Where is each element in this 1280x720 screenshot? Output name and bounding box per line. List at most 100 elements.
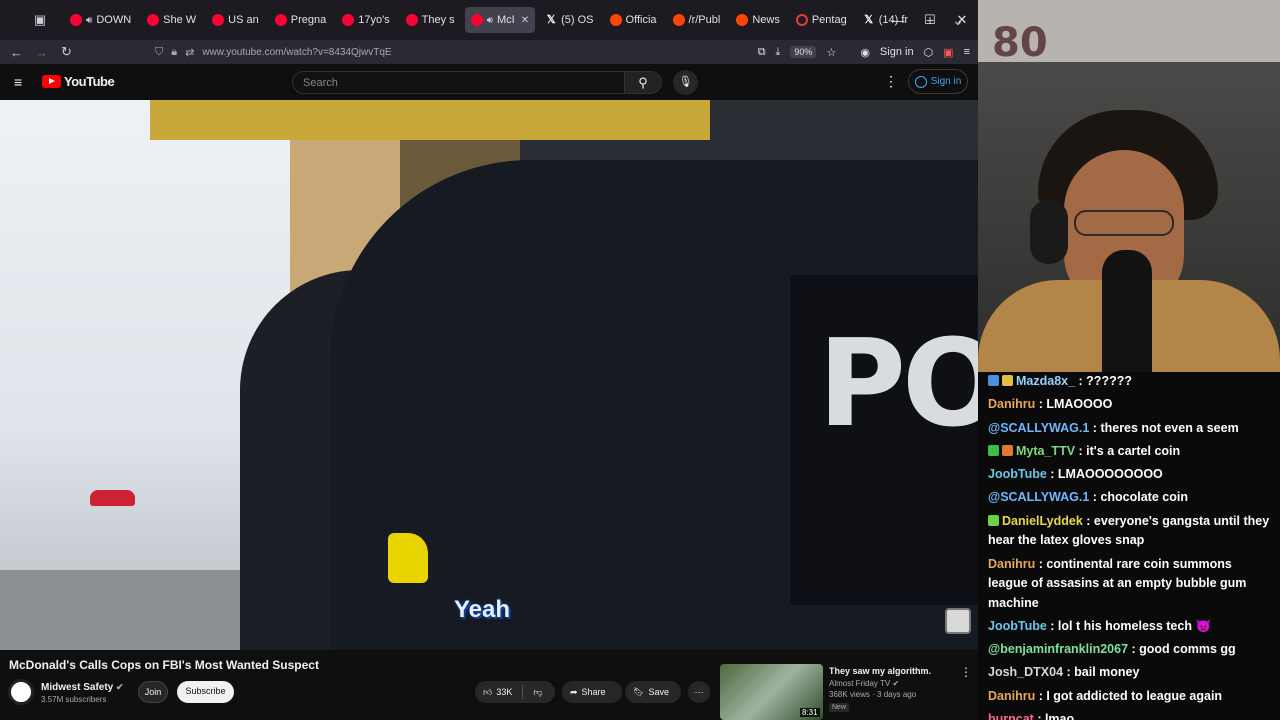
channel-name[interactable]: Midwest Safety ✔ xyxy=(41,682,124,693)
like-thumb-icon[interactable]: 👍︎ xyxy=(483,687,492,698)
guide-menu-icon[interactable]: ≡ xyxy=(14,74,28,90)
chat-username[interactable]: Danihru xyxy=(988,397,1035,411)
close-window-icon[interactable]: ✕ xyxy=(946,12,978,28)
join-button[interactable]: Join xyxy=(138,681,168,703)
chat-message: Danihru : I got addicted to league again xyxy=(988,687,1274,707)
youtube-favicon-icon xyxy=(70,14,82,26)
chat-username[interactable]: Danihru xyxy=(988,689,1035,703)
browser-tab[interactable]: /r/Publ xyxy=(667,7,727,33)
browser-tab-label: Pentag xyxy=(811,14,847,26)
nav-right-tools: ⧉ ⤓ 90% ☆ ◉ Sign in ⬡ ▣ ≡ xyxy=(758,40,970,64)
search-input[interactable]: Search xyxy=(292,71,625,94)
recommended-meta: 368K views · 3 days ago xyxy=(829,690,917,699)
video-caption: Yeah xyxy=(454,596,511,623)
search-button[interactable]: ⚲ xyxy=(624,71,662,94)
settings-kebab-icon[interactable]: ⋮ xyxy=(884,73,898,90)
chat-username[interactable]: @SCALLYWAG.1 xyxy=(988,421,1089,435)
addon-icon[interactable]: ▣ xyxy=(943,46,953,59)
recommended-channel[interactable]: Almost Friday TV ✔ xyxy=(829,679,899,688)
like-count[interactable]: 33K xyxy=(496,687,512,697)
chat-message: @SCALLYWAG.1 : theres not even a seem xyxy=(988,419,1274,439)
youtube-signin-label: Sign in xyxy=(930,76,962,87)
account-icon[interactable]: ◉ xyxy=(860,46,870,59)
browser-nav-bar: ← → ↻ ⛉ 🔒︎ ⇄ www.youtube.com/watch?v=843… xyxy=(0,40,978,64)
permissions-icon[interactable]: ⇄ xyxy=(185,46,194,59)
more-actions-button[interactable]: ⋯ xyxy=(688,681,710,703)
tab-overview-icon[interactable]: ▣ xyxy=(30,12,50,28)
reddit-favicon-icon xyxy=(672,14,685,26)
chat-message: @SCALLYWAG.1 : chocolate coin xyxy=(988,488,1274,508)
youtube-signin-button[interactable]: Sign in xyxy=(908,69,968,94)
browser-tab[interactable]: News xyxy=(730,7,786,33)
verified-check-icon: ✔ xyxy=(892,679,900,688)
browser-tab[interactable]: Pentag xyxy=(790,7,853,33)
chat-username[interactable]: JoobTube xyxy=(988,467,1047,481)
chat-username[interactable]: Myta_TTV xyxy=(1016,444,1075,458)
browser-tab[interactable]: Officia xyxy=(604,7,663,33)
tab-audio-icon[interactable]: 🔊︎ xyxy=(487,15,493,26)
shield-icon[interactable]: ⛉ xyxy=(155,46,163,59)
picture-in-picture-icon[interactable]: ⧉ xyxy=(758,46,766,59)
recommended-title[interactable]: They saw my algorithm. xyxy=(829,666,931,676)
tab-close-icon[interactable]: ✕ xyxy=(521,15,529,26)
browser-tab-label: US an xyxy=(228,14,259,26)
save-button[interactable]: 🔖︎ Save xyxy=(625,681,681,703)
video-player[interactable]: PO Yeah xyxy=(0,100,978,650)
recommended-duration: 8:31 xyxy=(800,708,820,717)
chat-separator: : xyxy=(1033,712,1045,720)
voice-search-button[interactable]: 🎙︎ xyxy=(673,70,698,95)
browser-tab[interactable]: US an xyxy=(206,7,265,33)
browser-tab-label: Officia xyxy=(625,14,657,26)
tab-audio-icon[interactable]: 🔊︎ xyxy=(86,15,92,26)
youtube-favicon-icon xyxy=(274,14,287,26)
chat-badge-icon xyxy=(1002,444,1013,456)
channel-avatar[interactable] xyxy=(8,679,34,705)
chat-username[interactable]: Mazda8x_ xyxy=(1016,374,1075,388)
subscribe-button[interactable]: Subscribe xyxy=(177,681,234,703)
maximize-icon[interactable]: ☐ xyxy=(914,12,946,28)
browser-tab-label: She W xyxy=(163,14,197,26)
like-dislike-group: 👍︎ 33K 👎︎ xyxy=(475,681,555,703)
channel-watermark-icon[interactable] xyxy=(945,608,971,634)
chat-username[interactable]: Josh_DTX04 xyxy=(988,665,1063,679)
back-arrow-icon[interactable]: ← xyxy=(4,45,29,60)
chat-username[interactable]: @SCALLYWAG.1 xyxy=(988,490,1089,504)
share-label: Share xyxy=(581,687,606,697)
chat-text: LMAOOOOOOOO xyxy=(1057,467,1163,482)
menu-hamburger-icon[interactable]: ≡ xyxy=(964,46,970,58)
lock-icon[interactable]: 🔒︎ xyxy=(171,46,177,59)
browser-tab[interactable]: 𝕏 (5) OS xyxy=(539,7,599,33)
chat-separator: : xyxy=(1035,556,1047,571)
bookmark-star-icon[interactable]: ☆ xyxy=(826,46,836,59)
browser-tab[interactable]: 🔊︎ DOWN xyxy=(64,7,137,33)
browser-tab[interactable]: 17yo's xyxy=(336,7,395,33)
browser-tab[interactable]: 🔊︎ McI ✕ xyxy=(464,7,536,33)
reload-icon[interactable]: ↻ xyxy=(54,44,79,60)
browser-tab[interactable]: They s xyxy=(400,7,461,33)
share-button[interactable]: ➦ Share xyxy=(562,681,622,703)
minimize-icon[interactable]: — xyxy=(882,13,914,28)
verified-check-icon: ✔ xyxy=(116,682,124,692)
url-text[interactable]: www.youtube.com/watch?v=8434QjwvTqE xyxy=(202,47,391,58)
browser-tab[interactable]: Pregna xyxy=(269,7,332,33)
browser-signin-label[interactable]: Sign in xyxy=(880,46,914,58)
chat-username[interactable]: DanielLyddek xyxy=(1002,514,1083,528)
zoom-level-badge[interactable]: 90% xyxy=(790,46,817,58)
chat-username[interactable]: @benjaminfranklin2067 xyxy=(988,642,1128,656)
chat-message: @benjaminfranklin2067 : good comms gg xyxy=(988,640,1274,660)
browser-tab[interactable]: She W xyxy=(141,7,202,33)
chat-username[interactable]: JoobTube xyxy=(988,619,1047,633)
search-icon: ⚲ xyxy=(638,75,648,90)
chat-badge-icon xyxy=(988,375,999,386)
user-circle-icon xyxy=(914,75,927,88)
forward-arrow-icon[interactable]: → xyxy=(29,45,54,60)
extensions-icon[interactable]: ⬡ xyxy=(924,46,934,59)
download-icon[interactable]: ⤓ xyxy=(776,46,781,59)
reddit-favicon-icon xyxy=(609,14,622,26)
chat-username[interactable]: Danihru xyxy=(988,557,1035,571)
chat-username[interactable]: burncat xyxy=(988,712,1034,720)
dislike-thumb-icon[interactable]: 👎︎ xyxy=(533,687,542,698)
recommended-kebab-icon[interactable]: ⋮ xyxy=(960,665,972,679)
police-patch-text: PO xyxy=(818,315,978,454)
youtube-logo[interactable]: YouTube xyxy=(42,74,115,89)
